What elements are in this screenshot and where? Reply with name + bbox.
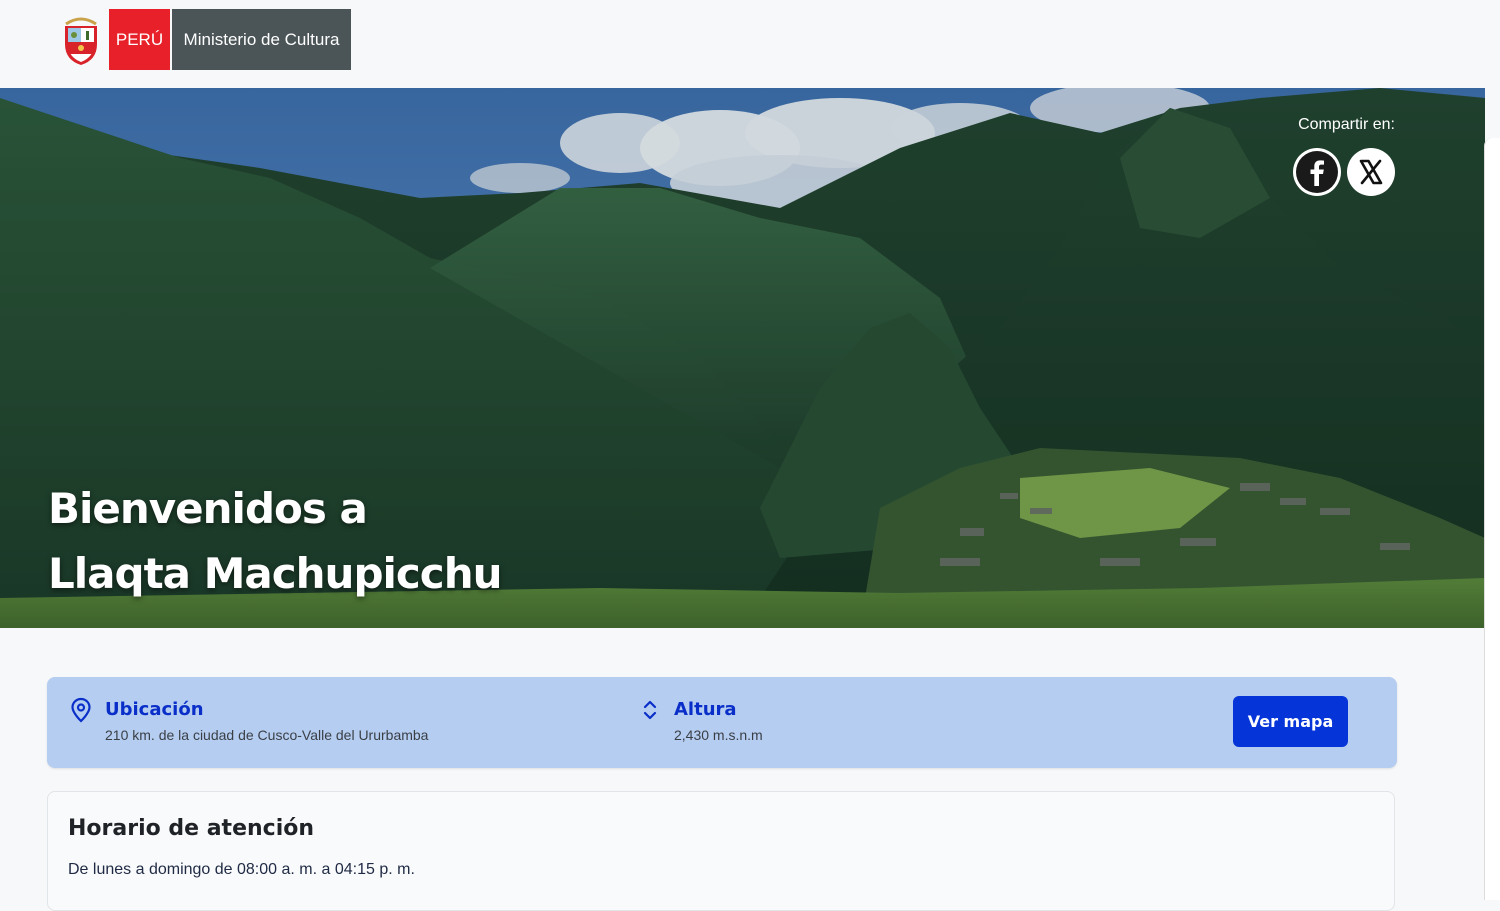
share-icons [1293, 148, 1395, 196]
schedule-text: De lunes a domingo de 08:00 a. m. a 04:1… [68, 861, 415, 878]
schedule-card: Horario de atención De lunes a domingo d… [47, 791, 1395, 911]
peru-coat-of-arms-icon [65, 17, 97, 65]
altitude-chevrons-icon [643, 700, 657, 720]
hero-title: Bienvenidos a Llaqta Machupicchu [48, 476, 502, 606]
location-value: 210 km. de la ciudad de Cusco-Valle del … [105, 727, 429, 743]
facebook-icon[interactable] [1293, 148, 1341, 196]
hero-banner: Compartir en: Bienvenidos a Llaqta Machu… [0, 88, 1485, 628]
location-pin-icon [71, 697, 91, 723]
hero-title-line1: Bienvenidos a [48, 484, 368, 533]
site-header: PERÚ Ministerio de Cultura [0, 0, 1500, 88]
side-panel-edge [1484, 138, 1500, 900]
view-map-button[interactable]: Ver mapa [1233, 696, 1348, 747]
peru-badge[interactable]: PERÚ [109, 9, 170, 70]
schedule-title: Horario de atención [68, 816, 315, 841]
share-label: Compartir en: [1298, 116, 1395, 133]
x-icon[interactable] [1347, 148, 1395, 196]
location-label: Ubicación [105, 699, 204, 720]
altitude-label: Altura [674, 699, 737, 720]
ministry-badge[interactable]: Ministerio de Cultura [172, 9, 351, 70]
altitude-value: 2,430 m.s.n.m [674, 727, 763, 743]
location-info-bar: Ubicación 210 km. de la ciudad de Cusco-… [47, 677, 1397, 768]
hero-title-line2: Llaqta Machupicchu [48, 549, 502, 598]
